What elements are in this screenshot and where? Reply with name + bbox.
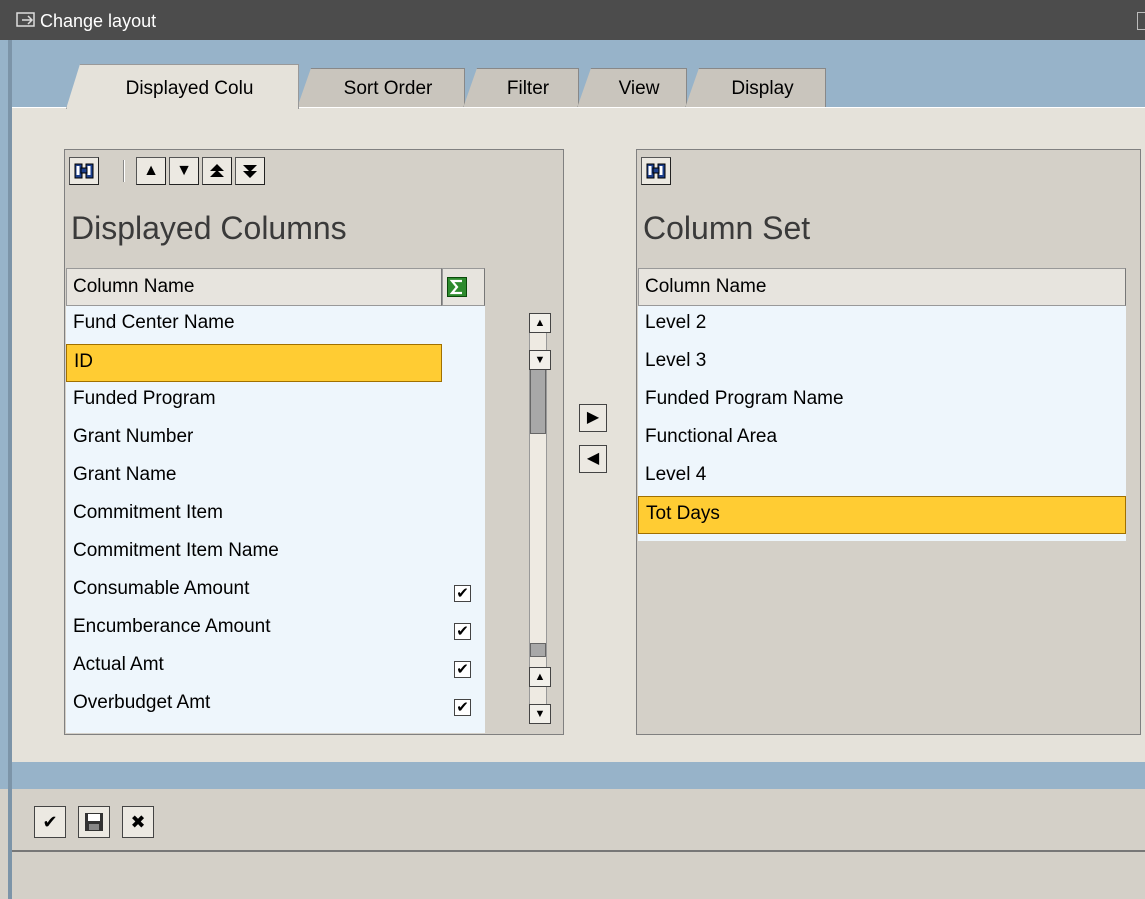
tab-content: ▲ ▼ Displayed Columns Column Name Fund C… [12, 107, 1145, 762]
sum-checkbox[interactable]: ✔ [454, 699, 471, 716]
save-icon [85, 813, 103, 831]
list-item[interactable]: Functional Area [638, 420, 1126, 458]
vertical-scrollbar[interactable] [529, 322, 547, 709]
scroll-up-button[interactable]: ▲ [529, 313, 551, 333]
status-bar [12, 850, 1145, 899]
list-item[interactable]: Fund Center Name [66, 306, 442, 344]
move-down-icon: ▼ [176, 162, 192, 179]
move-down-button[interactable]: ▼ [169, 157, 199, 185]
list-item[interactable]: Grant Name [66, 458, 442, 496]
list-item[interactable]: Actual Amt [66, 648, 442, 686]
tab-display[interactable]: Display [685, 68, 826, 108]
tab-label: View [618, 78, 660, 99]
tab-sort-order[interactable]: Sort Order [297, 68, 465, 108]
tab-label: Sort Order [343, 78, 433, 99]
remove-column-button[interactable]: ◀ [579, 445, 607, 473]
scroll-down-icon: ▼ [534, 354, 546, 366]
scroll-page-up-button[interactable]: ▲ [529, 667, 551, 687]
list-item[interactable]: Commitment Item Name [66, 534, 442, 572]
scroll-up-icon: ▲ [534, 671, 546, 683]
tab-filter[interactable]: Filter [463, 68, 579, 108]
list-item[interactable]: Overbudget Amt [66, 686, 442, 724]
column-set-title: Column Set [643, 210, 811, 246]
sum-checkbox[interactable]: ✔ [454, 623, 471, 640]
scroll-down-icon: ▼ [534, 708, 546, 720]
sigma-icon [447, 277, 467, 297]
title-bar: Change layout [0, 0, 1145, 40]
list-item[interactable]: Commitment Item [66, 496, 442, 534]
sum-checkbox[interactable]: ✔ [454, 585, 471, 602]
move-to-top-button[interactable] [202, 157, 232, 185]
find-button[interactable] [641, 157, 671, 185]
tab-label: Display [731, 78, 794, 99]
move-to-bottom-icon [243, 165, 257, 178]
displayed-columns-title: Displayed Columns [71, 210, 347, 246]
displayed-columns-list: Fund Center Name ID Funded Program Grant Nu… [66, 306, 442, 733]
window-control[interactable] [1137, 12, 1145, 30]
left-toolbar: ▲ ▼ [65, 150, 563, 194]
sum-column: ✔ ✔ ✔ ✔ [442, 306, 485, 733]
tab-strip: Displayed Colu Sort Order Filter View Di… [0, 64, 1145, 109]
find-button[interactable] [69, 157, 99, 185]
scroll-page-down-button[interactable]: ▼ [529, 704, 551, 724]
move-up-button[interactable]: ▲ [136, 157, 166, 185]
sum-checkbox[interactable]: ✔ [454, 661, 471, 678]
list-item[interactable]: Grant Number [66, 420, 442, 458]
tab-label: Filter [506, 78, 550, 99]
right-toolbar [637, 150, 1140, 194]
sum-header[interactable] [442, 268, 485, 306]
tab-view[interactable]: View [577, 68, 687, 108]
arrow-right-icon: ▶ [586, 409, 600, 426]
list-item[interactable]: Funded Program [66, 382, 442, 420]
binoculars-icon [74, 163, 94, 179]
scrollbar-thumb[interactable] [530, 368, 546, 434]
scroll-up-icon: ▲ [534, 317, 546, 329]
confirm-button[interactable]: ✔ [34, 806, 66, 838]
toolbar-separator [123, 160, 125, 182]
cancel-icon: ✖ [130, 812, 146, 832]
scrollbar-end-thumb[interactable] [530, 643, 546, 657]
column-name-header[interactable]: Column Name [638, 268, 1126, 306]
save-button[interactable] [78, 806, 110, 838]
list-item[interactable]: Level 4 [638, 458, 1126, 496]
window-icon [16, 12, 35, 27]
column-set-panel: Column Set Column Name Level 2 Level 3 Fun… [636, 149, 1141, 735]
move-up-icon: ▲ [143, 162, 159, 179]
list-item[interactable]: Funded Program Name [638, 382, 1126, 420]
column-name-header[interactable]: Column Name [66, 268, 442, 306]
list-item[interactable]: ID [66, 344, 442, 382]
tab-label: Displayed Colu [125, 78, 254, 99]
list-item[interactable]: Consumable Amount [66, 572, 442, 610]
column-set-list: Level 2 Level 3 Funded Program Name Functio… [638, 306, 1126, 541]
checkmark-icon: ✔ [42, 812, 58, 832]
dialog-footer: ✔ ✖ [12, 789, 1145, 899]
move-to-bottom-button[interactable] [235, 157, 265, 185]
displayed-columns-panel: ▲ ▼ Displayed Columns Column Name Fund C… [64, 149, 564, 735]
tab-displayed-columns[interactable]: Displayed Colu [66, 64, 299, 109]
binoculars-icon [646, 163, 666, 179]
cancel-button[interactable]: ✖ [122, 806, 154, 838]
window-title: Change layout [40, 11, 157, 31]
list-item[interactable]: Encumberance Amount [66, 610, 442, 648]
list-item[interactable]: Tot Days [638, 496, 1126, 534]
arrow-left-icon: ◀ [586, 450, 600, 467]
scroll-down-button[interactable]: ▼ [529, 350, 551, 370]
list-item[interactable]: Level 3 [638, 344, 1126, 382]
move-to-top-icon [210, 164, 224, 177]
add-column-button[interactable]: ▶ [579, 404, 607, 432]
list-item[interactable]: Level 2 [638, 306, 1126, 344]
